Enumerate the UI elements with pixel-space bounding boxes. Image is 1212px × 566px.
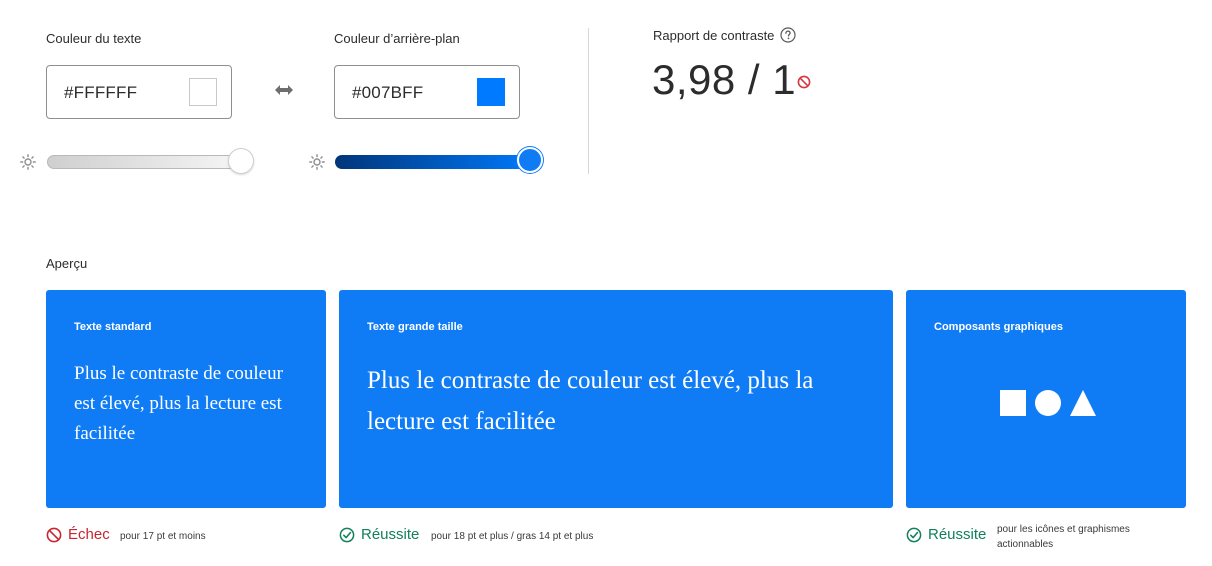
text-color-swatch[interactable] (189, 78, 217, 106)
graphics-preview-card: Composants graphiques (906, 290, 1186, 508)
large-text-status: Réussite pour 18 pt et plus / gras 14 pt… (339, 526, 669, 546)
text-brightness-thumb[interactable] (228, 148, 254, 174)
text-color-field[interactable]: #FFFFFF (46, 65, 232, 119)
background-brightness-thumb[interactable] (517, 147, 543, 173)
graphics-status: Réussite pour les icônes et graphismes a… (906, 524, 1186, 550)
sample-text: Plus le contraste de couleur est élevé, … (74, 363, 283, 444)
brightness-icon (20, 154, 36, 170)
contrast-ratio-value: 3,98 / 1 (652, 56, 797, 103)
status-note: pour 17 pt et moins (120, 531, 206, 542)
background-brightness-slider[interactable] (335, 147, 543, 173)
pass-icon (339, 527, 355, 543)
card-title: Texte grande taille (367, 321, 463, 333)
contrast-ratio-label: Rapport de contraste (653, 28, 775, 43)
card-title: Texte standard (74, 321, 152, 333)
standard-text-preview-card: Texte standard Plus le contraste de coul… (46, 290, 326, 508)
sample-text: Plus le contraste de couleur est élevé, … (367, 367, 814, 435)
background-color-hex[interactable]: #007BFF (352, 83, 423, 103)
status-label: Échec (68, 526, 110, 543)
background-color-field[interactable]: #007BFF (334, 65, 520, 119)
status-label: Réussite (361, 526, 420, 543)
background-color-label: Couleur d’arrière-plan (334, 31, 460, 46)
standard-text-status: Échec pour 17 pt et moins (46, 526, 286, 546)
contrast-checker: Couleur du texte #FFFFFF Couleur d’arriè… (0, 0, 1212, 566)
card-title: Composants graphiques (934, 321, 1063, 333)
swap-colors-icon[interactable] (274, 83, 294, 97)
fail-icon (46, 527, 62, 543)
status-note: pour 18 pt et plus / gras 14 pt et plus (431, 531, 594, 542)
pass-icon (906, 527, 922, 543)
status-label: Réussite (928, 526, 987, 543)
text-color-hex[interactable]: #FFFFFF (64, 83, 137, 103)
square-icon (1000, 390, 1026, 416)
preview-label: Aperçu (46, 256, 88, 271)
graphic-shapes (1000, 390, 1096, 416)
text-brightness-slider[interactable] (47, 148, 254, 174)
status-note: pour les icônes et graphismes actionnabl… (997, 524, 1130, 550)
help-icon[interactable] (780, 27, 796, 43)
circle-icon (1035, 390, 1061, 416)
section-divider (588, 28, 589, 174)
fail-icon (797, 75, 811, 89)
text-color-label: Couleur du texte (46, 31, 142, 46)
brightness-icon (309, 154, 325, 170)
large-text-preview-card: Texte grande taille Plus le contraste de… (339, 290, 893, 508)
background-color-swatch[interactable] (477, 78, 505, 106)
triangle-icon (1070, 390, 1096, 416)
